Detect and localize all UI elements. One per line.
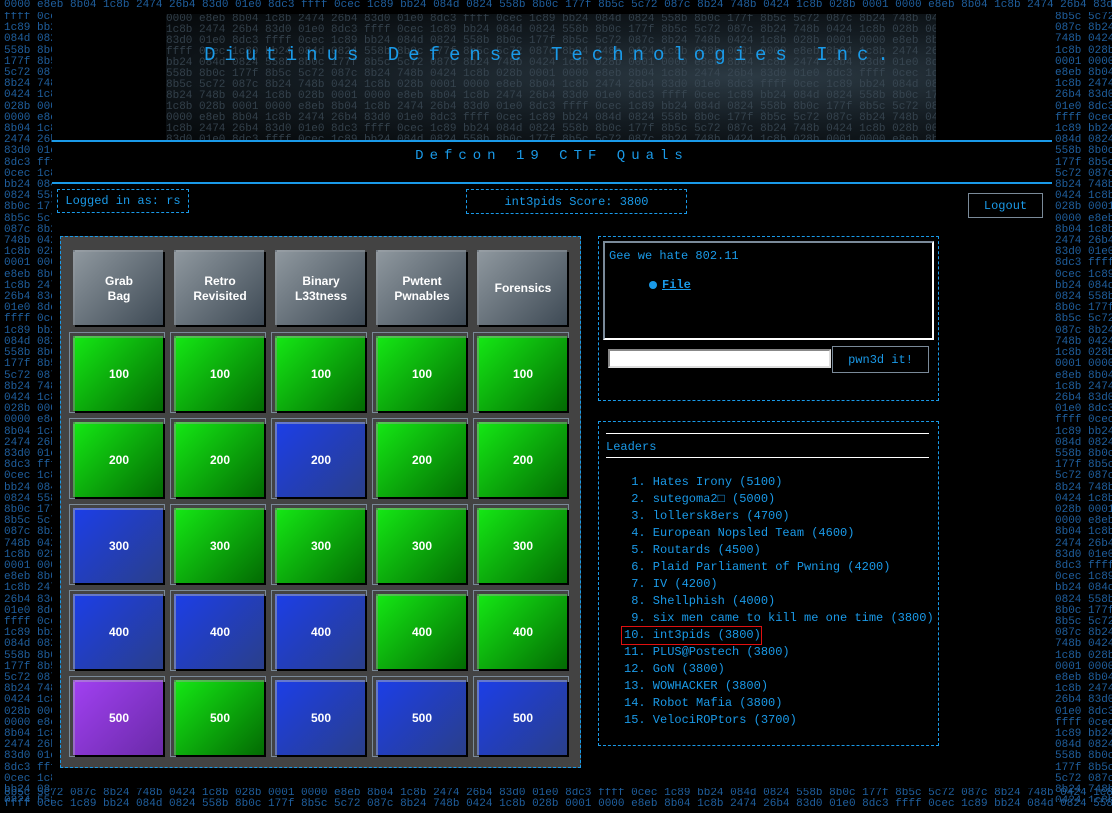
leaderboard-entry: 7. IV (4200) (624, 577, 718, 591)
banner-hex-texture: 0000 e8eb 8b04 1c8b 2474 26b4 83d0 01e0 … (166, 14, 936, 140)
challenge-tile-green[interactable]: 300 (174, 508, 264, 583)
leaderboard-entry: 13. WOWHACKER (3800) (624, 679, 769, 693)
challenge-tile-blue[interactable]: 400 (174, 594, 264, 669)
challenge-tile-green[interactable]: 300 (275, 508, 365, 583)
leaderboard-entry: 1. Hates Irony (5100) (624, 475, 783, 489)
leaderboard-entry: 11. PLUS@Postech (3800) (624, 645, 790, 659)
challenge-tile-green[interactable]: 500 (174, 680, 264, 755)
answer-input[interactable] (608, 349, 831, 368)
leaderboard-entry: 6. Plaid Parliament of Pwning (4200) (624, 560, 891, 574)
background-hex-bottom: 8b5c 5c72 087c 8b24 748b 0424 1c8b 028b … (4, 788, 1112, 811)
header-banner: 0000 e8eb 8b04 1c8b 2474 26b4 83d0 01e0 … (166, 14, 936, 140)
logged-in-label: Logged in as: rs (57, 189, 189, 213)
challenge-tile-green[interactable]: 200 (174, 422, 264, 497)
challenge-tile-green[interactable]: 400 (477, 594, 567, 669)
background-hex-left: ffff 0cec 1c89 bb24 084d 0824 558b 8b0c … (4, 12, 52, 802)
leaderboard-entry: 9. six men came to kill me one time (380… (624, 611, 934, 625)
challenge-tile-green[interactable]: 100 (376, 336, 466, 411)
challenge-tile-green[interactable]: 200 (73, 422, 163, 497)
category-header: Binary L33tness (275, 250, 365, 325)
challenge-tile-green[interactable]: 100 (174, 336, 264, 411)
challenge-tile-blue[interactable]: 300 (73, 508, 163, 583)
challenge-tile-green[interactable]: 400 (376, 594, 466, 669)
category-header: Retro Revisited (174, 250, 264, 325)
challenge-tile-green[interactable]: 300 (477, 508, 567, 583)
bullet-icon (649, 281, 657, 289)
background-hex-right: 8b5c 5c72 087c 8b24 748b 0424 1c8b 028b … (1055, 12, 1112, 802)
challenge-text: Gee we hate 802.11 (609, 249, 739, 263)
challenge-description: Gee we hate 802.11 File (603, 241, 934, 340)
challenge-tile-blue[interactable]: 200 (275, 422, 365, 497)
challenge-tile-green[interactable]: 100 (73, 336, 163, 411)
leaderboard-entry: 12. GoN (3800) (624, 662, 725, 676)
category-header: Grab Bag (73, 250, 163, 325)
divider (606, 457, 929, 458)
challenge-tile-blue[interactable]: 400 (275, 594, 365, 669)
category-header: Forensics (477, 250, 567, 325)
leaderboard-entry: 10. int3pids (3800) (621, 626, 762, 645)
site-title: Diutinus Defense Technologies Inc. (204, 44, 898, 66)
leaderboard-list: 1. Hates Irony (5100) 2. sutegoma2□ (500… (621, 474, 934, 729)
challenge-tile-blue[interactable]: 500 (376, 680, 466, 755)
divider (52, 182, 1052, 184)
submit-answer-button[interactable]: pwn3d it! (832, 346, 929, 373)
file-link[interactable]: File (662, 278, 691, 292)
challenge-tile-blue[interactable]: 500 (275, 680, 365, 755)
leaderboard-entry: 4. European Nopsled Team (4600) (624, 526, 855, 540)
leaderboard-entry: 8. Shellphish (4000) (624, 594, 776, 608)
team-score: int3pids Score: 3800 (466, 189, 687, 214)
leaderboard-entry: 3. lollersk8ers (4700) (624, 509, 790, 523)
divider (606, 433, 929, 434)
leaders-title: Leaders (606, 440, 657, 454)
challenge-tile-blue[interactable]: 400 (73, 594, 163, 669)
divider (52, 140, 1052, 142)
challenge-tile-green[interactable]: 200 (376, 422, 466, 497)
challenge-tile-green[interactable]: 100 (275, 336, 365, 411)
category-header: Pwtent Pwnables (376, 250, 466, 325)
challenge-tile-purple[interactable]: 500 (73, 680, 163, 755)
leaderboard-entry: 5. Routards (4500) (624, 543, 761, 557)
challenge-tile-blue[interactable]: 500 (477, 680, 567, 755)
challenge-tile-green[interactable]: 100 (477, 336, 567, 411)
challenge-board: Grab Bag Retro Revisited Binary L33tness Pw… (60, 236, 581, 768)
background-hex-top: 0000 e8eb 8b04 1c8b 2474 26b4 83d0 01e0 … (4, 0, 1112, 11)
challenge-tile-green[interactable]: 200 (477, 422, 567, 497)
leaderboard-entry: 14. Robot Mafia (3800) (624, 696, 783, 710)
leaderboard-entry: 15. VelociROPtors (3700) (624, 713, 797, 727)
leaderboard-entry: 2. sutegoma2□ (5000) (624, 492, 776, 506)
page-subtitle: Defcon 19 CTF Quals (415, 148, 689, 164)
logout-button[interactable]: Logout (968, 193, 1043, 218)
challenge-tile-green[interactable]: 300 (376, 508, 466, 583)
